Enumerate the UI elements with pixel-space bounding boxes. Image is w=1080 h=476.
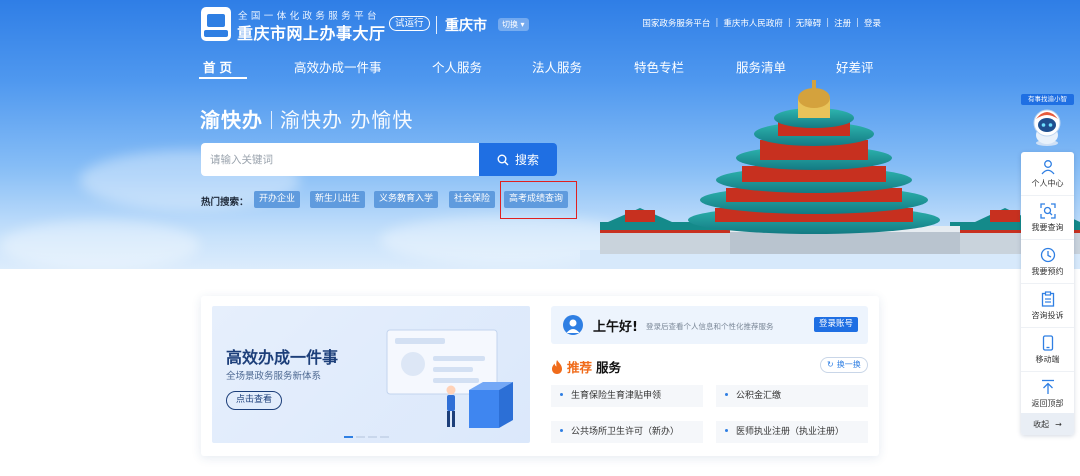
flame-icon [552, 359, 562, 374]
link-separator: | [856, 18, 859, 28]
banner-title: 高效办成一件事 [226, 348, 339, 367]
service-item-public-hygiene-permit[interactable]: 公共场所卫生许可（新办） [551, 421, 703, 443]
header-divider [436, 16, 437, 34]
link-separator: | [715, 18, 719, 28]
sidebar-item-label: 我要预约 [1031, 266, 1064, 276]
cloud-decoration [0, 220, 200, 269]
feature-banner[interactable]: 高效办成一件事 全场景政务服务新体系 点击查看 [212, 306, 530, 443]
slogan-tagline: 渝快办 办愉快 [280, 108, 414, 132]
carousel-dot[interactable] [368, 436, 377, 438]
recommend-title: 推荐 服务 [551, 357, 621, 376]
carousel-dot[interactable] [356, 436, 365, 438]
nav-home[interactable]: 首页 [203, 57, 236, 76]
user-avatar-icon [566, 319, 580, 333]
hot-tag-social-insurance[interactable]: 社会保险 [449, 191, 496, 208]
hero-banner: 全国一体化政务服务平台 重庆市网上办事大厅 试运行 重庆市 切换 ▾ 国家政务服… [0, 0, 1080, 269]
carousel-dots [344, 436, 389, 438]
carousel-dot[interactable] [380, 436, 389, 438]
greeting-title: 上午好! [593, 320, 638, 335]
site-title[interactable]: 重庆市网上办事大厅 [237, 20, 386, 44]
page: 全国一体化政务服务平台 重庆市网上办事大厅 试运行 重庆市 切换 ▾ 国家政务服… [0, 0, 1080, 476]
hot-tag-newborn[interactable]: 新生儿出生 [310, 191, 366, 208]
service-item-physician-registration[interactable]: 医师执业注册（执业注册） [716, 421, 868, 443]
link-accessibility[interactable]: 无障碍 [796, 17, 822, 29]
nav-service-list[interactable]: 服务清单 [736, 57, 786, 76]
nav-active-underline [199, 77, 247, 79]
carousel-dot[interactable] [344, 436, 353, 438]
book-icon [207, 14, 225, 27]
refresh-label: 换一换 [836, 360, 861, 369]
highlight-box [500, 181, 577, 219]
collapse-label: 收起 [1033, 419, 1050, 429]
hero-slogan: 渝快办 渝快办 办愉快 [200, 104, 413, 133]
service-item-housing-fund[interactable]: 公积金汇缴 [716, 385, 868, 407]
sidebar-item-label: 个人中心 [1031, 178, 1064, 188]
nav-special[interactable]: 特色专栏 [634, 57, 684, 76]
sidebar-item-back-to-top[interactable]: 返回顶部 [1021, 372, 1074, 416]
logo-ribbon [204, 30, 228, 37]
great-hall-illustration [580, 80, 1080, 269]
dashboard-illustration [386, 329, 513, 428]
slogan-divider [271, 111, 272, 129]
search-button-label: 搜索 [514, 153, 539, 167]
link-separator: | [826, 18, 830, 28]
hot-tag-school-enrollment[interactable]: 义务教育入学 [374, 191, 439, 208]
greeting-subtitle: 登录后查看个人信息和个性化推荐服务 [646, 322, 774, 331]
sidebar-item-label: 移动端 [1035, 354, 1060, 364]
site-logo[interactable] [201, 7, 231, 41]
link-separator: | [787, 18, 791, 28]
sidebar-item-label: 我要查询 [1031, 222, 1064, 232]
sidebar-item-personal-center[interactable]: 个人中心 [1021, 152, 1074, 196]
mobile-icon [1042, 334, 1053, 351]
trial-badge: 试运行 [389, 16, 430, 31]
refresh-button[interactable]: ↻ 换一换 [820, 357, 868, 373]
scan-search-icon [1039, 202, 1056, 219]
link-login[interactable]: 登录 [864, 17, 881, 29]
sidebar-item-label: 返回顶部 [1031, 399, 1064, 408]
login-account-button[interactable]: 登录账号 [813, 317, 858, 332]
right-sidebar: 个人中心 我要查询 我要预约 咨询投诉 移动端 返回顶部 收起 → [1021, 152, 1074, 435]
slogan-brand: 渝快办 [200, 108, 263, 132]
sidebar-item-complaint[interactable]: 咨询投诉 [1021, 284, 1074, 328]
service-item-maternity-allowance[interactable]: 生育保险生育津贴申领 [551, 385, 703, 407]
search-icon [497, 154, 509, 165]
user-icon [1040, 159, 1055, 174]
link-national-platform[interactable]: 国家政务服务平台 [642, 17, 710, 29]
assistant-badge[interactable]: 有事找渝小智 [1021, 94, 1074, 105]
content-card: 高效办成一件事 全场景政务服务新体系 点击查看 上午好! 登录后查看个人信息和个… [201, 296, 879, 456]
avatar [563, 315, 583, 335]
main-nav: 首页 高效办成一件事 个人服务 法人服务 特色专栏 服务清单 好差评 [190, 57, 890, 77]
hot-search-label: 热门搜索： [201, 197, 249, 208]
hot-tag-start-business[interactable]: 开办企业 [254, 191, 301, 208]
sidebar-item-query[interactable]: 我要查询 [1021, 196, 1074, 240]
nav-personal[interactable]: 个人服务 [432, 57, 482, 76]
clipboard-icon [1041, 290, 1054, 307]
city-name: 重庆市 [445, 18, 487, 34]
city-switch-button[interactable]: 切换 ▾ [498, 18, 529, 31]
assistant-mascot-icon[interactable] [1030, 107, 1064, 147]
arrow-right-icon: → [1055, 419, 1062, 429]
sidebar-item-label: 咨询投诉 [1031, 310, 1064, 320]
greeting-box: 上午好! 登录后查看个人信息和个性化推荐服务 登录账号 [551, 306, 868, 344]
sidebar-collapse-button[interactable]: 收起 → [1021, 413, 1074, 435]
link-register[interactable]: 注册 [834, 17, 851, 29]
recommend-title-accent: 推荐 [567, 360, 593, 375]
search-button[interactable]: 搜索 [479, 143, 557, 176]
clock-icon [1040, 247, 1055, 262]
banner-view-button[interactable]: 点击查看 [226, 391, 283, 410]
nav-corporate[interactable]: 法人服务 [532, 57, 582, 76]
sidebar-item-appointment[interactable]: 我要预约 [1021, 240, 1074, 284]
banner-subtitle: 全场景政务服务新体系 [226, 371, 322, 382]
recommend-title-rest: 服务 [596, 360, 622, 375]
link-cq-government[interactable]: 重庆市人民政府 [723, 17, 783, 29]
top-links: 国家政务服务平台 | 重庆市人民政府 | 无障碍 | 注册 | 登录 [642, 17, 881, 29]
switch-label: 切换 [502, 20, 518, 29]
sidebar-item-mobile[interactable]: 移动端 [1021, 328, 1074, 372]
arrow-up-icon [1041, 379, 1054, 394]
refresh-icon: ↻ [827, 360, 834, 369]
nav-one-thing[interactable]: 高效办成一件事 [294, 57, 382, 76]
search-input[interactable] [201, 143, 480, 176]
nav-evaluation[interactable]: 好差评 [836, 57, 874, 76]
